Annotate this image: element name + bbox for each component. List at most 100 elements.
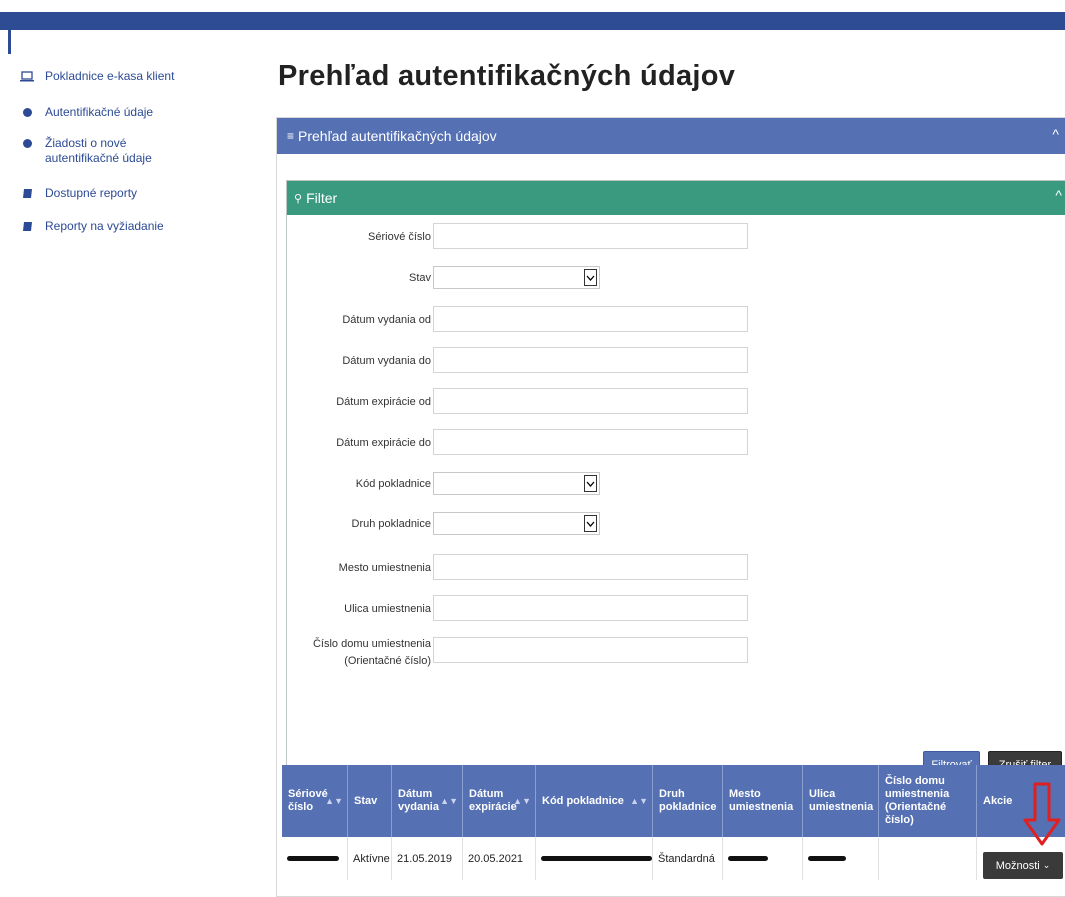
issue-to-input[interactable] — [433, 347, 748, 373]
street-input[interactable] — [433, 595, 748, 621]
exp-to-input[interactable] — [433, 429, 748, 455]
sort-icon: ▲▼ — [440, 796, 458, 806]
header-text: Mesto umiestnenia — [729, 788, 793, 814]
search-icon: ⚲ — [294, 192, 303, 205]
header-text: Dátum vydania — [398, 788, 439, 814]
cell-city — [723, 837, 803, 880]
column-header-city[interactable]: Mesto umiestnenia — [723, 765, 803, 837]
header-line: umiestnenia — [809, 801, 874, 813]
top-header-bar — [0, 12, 1065, 30]
exp-to-label: Dátum expirácie do — [336, 437, 431, 449]
cell-house — [879, 837, 977, 880]
sidebar-item-label: Autentifikačné údaje — [45, 105, 154, 119]
house-label: Číslo domu umiestnenia (Orientačné číslo… — [313, 636, 431, 670]
sidebar-item-pokladnice[interactable]: Pokladnice e-kasa klient — [20, 69, 174, 84]
cash-type-select[interactable] — [433, 512, 600, 535]
house-label-line2: (Orientačné číslo) — [344, 655, 431, 667]
sort-icon: ▲▼ — [513, 796, 531, 806]
column-header-type[interactable]: Druh pokladnice — [653, 765, 723, 837]
header-text: Ulica umiestnenia — [809, 788, 873, 814]
chevron-down-icon — [584, 515, 597, 532]
serial-label: Sériové číslo — [368, 231, 431, 243]
header-text: Číslo domu umiestnenia (Orientačné číslo) — [885, 775, 949, 827]
sort-icon: ▲▼ — [630, 796, 648, 806]
header-line: expirácie — [469, 801, 517, 813]
cash-code-select[interactable] — [433, 472, 600, 495]
sidebar-item-label: Žiadosti o nové — [45, 136, 127, 150]
table-header: Sériové číslo ▲▼ Stav Dátum vydania ▲▼ Dát… — [282, 765, 1065, 837]
sidebar-item-label: Reporty na vyžiadanie — [45, 219, 164, 233]
state-select[interactable] — [433, 266, 600, 289]
column-header-cash-code[interactable]: Kód pokladnice ▲▼ — [536, 765, 653, 837]
issue-from-label: Dátum vydania od — [342, 314, 431, 326]
sidebar-item-ziadosti[interactable]: Žiadosti o nové autentifikačné údaje — [20, 136, 152, 166]
options-dropdown-button[interactable]: Možnosti ⌄ — [983, 852, 1063, 879]
column-header-house[interactable]: Číslo domu umiestnenia (Orientačné číslo) — [879, 765, 977, 837]
header-line: umiestnenia — [885, 788, 950, 800]
issue-to-label: Dátum vydania do — [342, 355, 431, 367]
cash-code-label: Kód pokladnice — [355, 478, 431, 490]
header-line: Ulica — [809, 788, 836, 800]
annotation-arrow-icon — [1023, 782, 1061, 846]
header-text: Stav — [354, 794, 378, 807]
cell-expires: 20.05.2021 — [463, 837, 536, 880]
header-text: Dátum expirácie — [469, 788, 517, 814]
overview-panel-title: Prehľad autentifikačných údajov — [298, 128, 497, 144]
overview-panel-header[interactable]: ≡ Prehľad autentifikačných údajov ^ — [277, 118, 1065, 154]
header-text: Sériové číslo — [288, 788, 328, 814]
gear-icon — [20, 106, 34, 118]
column-header-state[interactable]: Stav — [348, 765, 392, 837]
book-icon — [20, 220, 34, 232]
column-header-street[interactable]: Ulica umiestnenia — [803, 765, 879, 837]
chevron-down-icon — [584, 269, 597, 286]
header-line: umiestnenia — [729, 801, 794, 813]
column-header-issued[interactable]: Dátum vydania ▲▼ — [392, 765, 463, 837]
header-text: Druh pokladnice — [659, 788, 716, 814]
laptop-icon — [20, 70, 34, 82]
header-line: Druh — [659, 788, 685, 800]
sidebar-item-dostupne-reporty[interactable]: Dostupné reporty — [20, 186, 137, 201]
state-label: Stav — [408, 272, 431, 284]
header-edge — [8, 30, 11, 54]
header-line: Mesto — [729, 788, 761, 800]
header-line: Dátum — [469, 788, 504, 800]
exp-from-input[interactable] — [433, 388, 748, 414]
house-input[interactable] — [433, 637, 748, 663]
list-icon: ≡ — [287, 129, 295, 143]
sidebar-item-label-wrap: Žiadosti o nové autentifikačné údaje — [45, 136, 152, 166]
header-line: Sériové — [288, 788, 328, 800]
cell-type: Štandardná — [653, 837, 723, 880]
header-line: pokladnice — [659, 801, 717, 813]
exp-from-label: Dátum expirácie od — [336, 396, 431, 408]
book-icon — [20, 187, 34, 199]
filter-panel-header[interactable]: ⚲ Filter ^ — [287, 181, 1065, 215]
header-line: Dátum — [398, 788, 433, 800]
redaction-mark — [287, 856, 339, 861]
sidebar-item-reporty-na-vyziadanie[interactable]: Reporty na vyžiadanie — [20, 219, 164, 234]
column-header-serial[interactable]: Sériové číslo ▲▼ — [282, 765, 348, 837]
page-title: Prehľad autentifikačných údajov — [278, 60, 736, 92]
header-line: číslo) — [885, 814, 914, 826]
serial-input[interactable] — [433, 223, 748, 249]
street-label: Ulica umiestnenia — [344, 603, 431, 615]
chevron-up-icon[interactable]: ^ — [1055, 187, 1062, 203]
city-input[interactable] — [433, 554, 748, 580]
table-row[interactable]: Aktívne 21.05.2019 20.05.2021 Štandardná — [282, 837, 1065, 880]
header-text: Kód pokladnice — [542, 794, 624, 807]
sidebar-item-label-line2: autentifikačné údaje — [45, 151, 152, 165]
sidebar-item-autentifikacne[interactable]: Autentifikačné údaje — [20, 105, 153, 120]
house-label-line1: Číslo domu umiestnenia — [312, 638, 431, 650]
cell-cash-code — [536, 837, 653, 880]
chevron-up-icon[interactable]: ^ — [1052, 126, 1059, 142]
issue-from-input[interactable] — [433, 306, 748, 332]
column-header-expires[interactable]: Dátum expirácie ▲▼ — [463, 765, 536, 837]
gear-icon — [20, 137, 34, 149]
header-line: (Orientačné — [885, 801, 947, 813]
filter-panel: ⚲ Filter ^ Sériové číslo Stav Dátum vyda… — [286, 180, 1065, 780]
chevron-down-icon: ⌄ — [1042, 860, 1051, 870]
cell-state: Aktívne — [348, 837, 392, 880]
header-line: vydania — [398, 801, 439, 813]
sidebar-item-label: Dostupné reporty — [45, 186, 138, 200]
filter-title: Filter — [306, 190, 338, 206]
redaction-mark — [541, 856, 652, 861]
